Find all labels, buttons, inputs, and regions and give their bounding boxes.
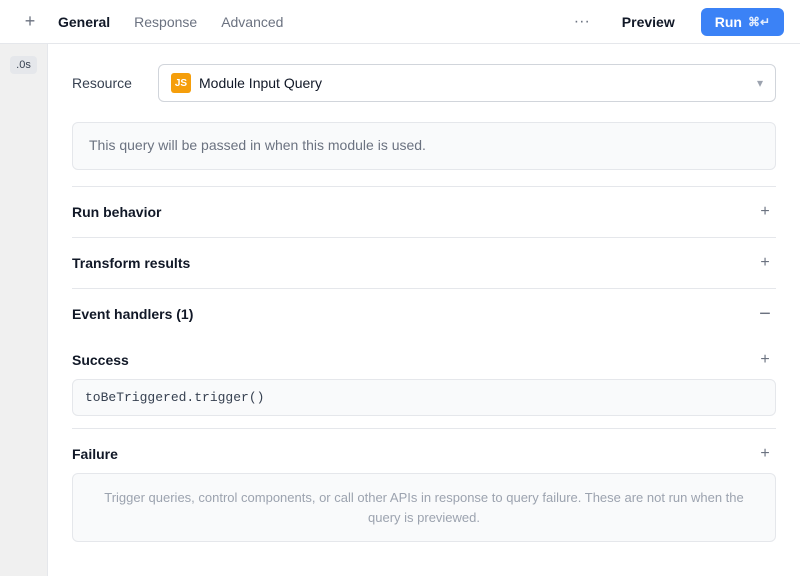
success-code-box[interactable]: toBeTriggered.trigger() [72,379,776,416]
resource-name: Module Input Query [199,75,749,91]
failure-handler-header: Failure + [72,429,776,473]
main-area: .0s Resource JS Module Input Query ▾ Thi… [0,44,800,576]
content-panel: Resource JS Module Input Query ▾ This qu… [48,44,800,576]
failure-handler-block: Failure + Trigger queries, control compo… [72,428,776,542]
failure-placeholder-box: Trigger queries, control components, or … [72,473,776,542]
success-handler-header: Success + [72,339,776,379]
run-behavior-title: Run behavior [72,204,161,220]
more-button[interactable]: ··· [568,8,596,36]
run-behavior-plus-icon[interactable]: + [754,201,776,223]
failure-title: Failure [72,446,118,462]
success-title: Success [72,352,129,368]
resource-row: Resource JS Module Input Query ▾ [72,64,776,102]
transform-results-plus-icon[interactable]: + [754,252,776,274]
chevron-down-icon: ▾ [757,76,763,90]
left-sidebar: .0s [0,44,48,576]
sidebar-chip: .0s [10,56,37,74]
success-handler-block: Success + toBeTriggered.trigger() [72,339,776,416]
top-bar-left: + General Response Advanced [16,7,568,37]
top-bar: + General Response Advanced ··· Preview … [0,0,800,44]
info-box-text: This query will be passed in when this m… [89,137,426,153]
js-badge: JS [171,73,191,93]
success-plus-icon[interactable]: + [754,349,776,371]
event-handlers-title: Event handlers (1) [72,306,193,322]
transform-results-section[interactable]: Transform results + [72,237,776,288]
preview-button[interactable]: Preview [608,9,689,35]
tab-advanced[interactable]: Advanced [211,7,293,37]
transform-results-title: Transform results [72,255,190,271]
failure-placeholder-text: Trigger queries, control components, or … [104,490,744,525]
top-bar-right: ··· Preview Run ⌘↵ [568,8,784,36]
failure-plus-icon[interactable]: + [754,443,776,465]
event-handlers-header[interactable]: Event handlers (1) − [72,289,776,339]
event-handlers-section: Event handlers (1) − Success + toBeTrigg… [72,288,776,542]
event-handlers-collapse-icon[interactable]: − [754,303,776,325]
resource-select[interactable]: JS Module Input Query ▾ [158,64,776,102]
tab-general[interactable]: General [48,7,120,37]
resource-label: Resource [72,75,142,91]
run-button[interactable]: Run ⌘↵ [701,8,784,36]
add-button[interactable]: + [16,8,44,36]
tab-response[interactable]: Response [124,7,207,37]
run-behavior-section[interactable]: Run behavior + [72,186,776,237]
info-box: This query will be passed in when this m… [72,122,776,170]
run-label: Run [715,14,742,30]
run-shortcut: ⌘↵ [748,15,770,29]
success-code: toBeTriggered.trigger() [85,390,264,405]
